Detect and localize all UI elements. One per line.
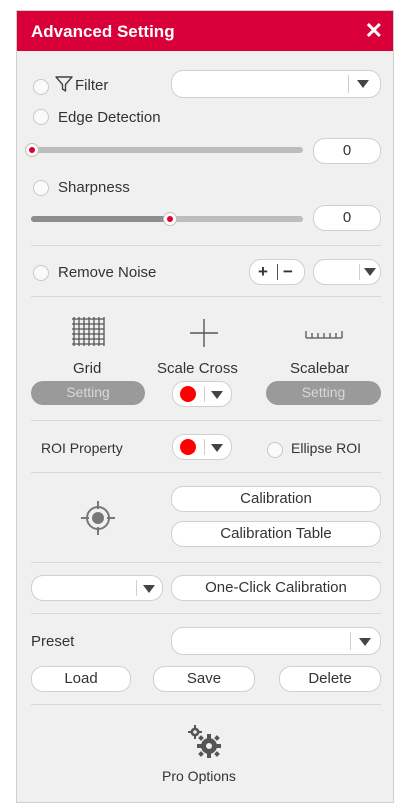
color-select-divider	[204, 386, 205, 402]
one-click-select-divider	[136, 580, 137, 596]
remove-noise-radio[interactable]	[33, 265, 49, 281]
scale-cross-icon[interactable]	[187, 317, 221, 349]
scale-cross-label: Scale Cross	[157, 360, 238, 377]
scale-cross-color-select[interactable]	[172, 381, 232, 407]
filter-icon	[55, 76, 73, 92]
scalebar-icon[interactable]	[304, 327, 344, 341]
grid-setting-button[interactable]: Setting	[31, 381, 145, 405]
noise-stepper: + −	[249, 259, 305, 285]
noise-select-divider	[359, 264, 360, 280]
preset-label: Preset	[31, 633, 75, 650]
chevron-down-icon	[143, 585, 155, 593]
sharpness-radio[interactable]	[33, 180, 49, 196]
title-bar: Advanced Setting ✕	[17, 11, 393, 51]
roi-color-select[interactable]	[172, 434, 232, 460]
one-click-calibration-button[interactable]: One-Click Calibration	[171, 575, 381, 601]
preset-select[interactable]	[171, 627, 381, 655]
ellipse-roi-label: Ellipse ROI	[291, 440, 362, 456]
sharpness-value-field[interactable]: 0	[313, 205, 381, 231]
close-icon[interactable]: ✕	[365, 18, 383, 44]
divider	[31, 245, 381, 246]
edge-detection-slider-track[interactable]	[31, 147, 303, 153]
filter-label: Filter	[75, 77, 109, 94]
chevron-down-icon	[357, 80, 369, 88]
panel-title: Advanced Setting	[31, 22, 175, 41]
sharpness-value: 0	[342, 209, 352, 226]
filter-select-divider	[348, 75, 349, 93]
divider	[31, 472, 381, 473]
filter-radio[interactable]	[33, 79, 49, 95]
chevron-down-icon	[359, 638, 371, 646]
edge-detection-value-field[interactable]: 0	[313, 138, 381, 164]
chevron-down-icon	[211, 444, 223, 452]
divider	[31, 420, 381, 421]
calibration-button[interactable]: Calibration	[171, 486, 381, 512]
target-icon	[81, 501, 115, 535]
grid-icon[interactable]	[70, 315, 106, 349]
sharpness-slider-thumb[interactable]	[163, 212, 177, 226]
divider	[31, 296, 381, 297]
gears-icon[interactable]	[186, 725, 224, 759]
divider	[31, 613, 381, 614]
edge-detection-radio[interactable]	[33, 109, 49, 125]
preset-select-divider	[350, 632, 351, 650]
one-click-select[interactable]	[31, 575, 163, 601]
roi-color-swatch	[180, 439, 196, 455]
color-select-divider	[204, 439, 205, 455]
ellipse-roi-radio[interactable]	[267, 442, 283, 458]
edge-detection-value: 0	[342, 142, 352, 159]
scalebar-label: Scalebar	[290, 360, 350, 377]
plus-button[interactable]: +	[258, 260, 268, 284]
noise-level-select[interactable]	[313, 259, 381, 285]
edge-detection-slider-thumb[interactable]	[25, 143, 39, 157]
divider	[31, 704, 381, 705]
edge-detection-label: Edge Detection	[58, 109, 161, 126]
delete-button[interactable]: Delete	[279, 666, 381, 692]
minus-button[interactable]: −	[283, 260, 293, 284]
save-button[interactable]: Save	[153, 666, 255, 692]
grid-label: Grid	[73, 360, 102, 377]
advanced-setting-panel: Advanced Setting ✕ Filter Edge Detection…	[16, 10, 394, 803]
sharpness-label: Sharpness	[58, 179, 130, 196]
calibration-table-button[interactable]: Calibration Table	[171, 521, 381, 547]
pro-options-label[interactable]: Pro Options	[162, 768, 236, 784]
scalebar-setting-button[interactable]: Setting	[266, 381, 381, 405]
chevron-down-icon	[211, 391, 223, 399]
sharpness-slider-fill	[31, 216, 169, 222]
filter-select[interactable]	[171, 70, 381, 98]
roi-property-label: ROI Property	[41, 440, 123, 456]
chevron-down-icon	[364, 268, 376, 276]
scale-cross-color-swatch	[180, 386, 196, 402]
divider	[31, 562, 381, 563]
stepper-divider	[277, 264, 278, 280]
load-button[interactable]: Load	[31, 666, 131, 692]
remove-noise-label: Remove Noise	[58, 264, 157, 281]
